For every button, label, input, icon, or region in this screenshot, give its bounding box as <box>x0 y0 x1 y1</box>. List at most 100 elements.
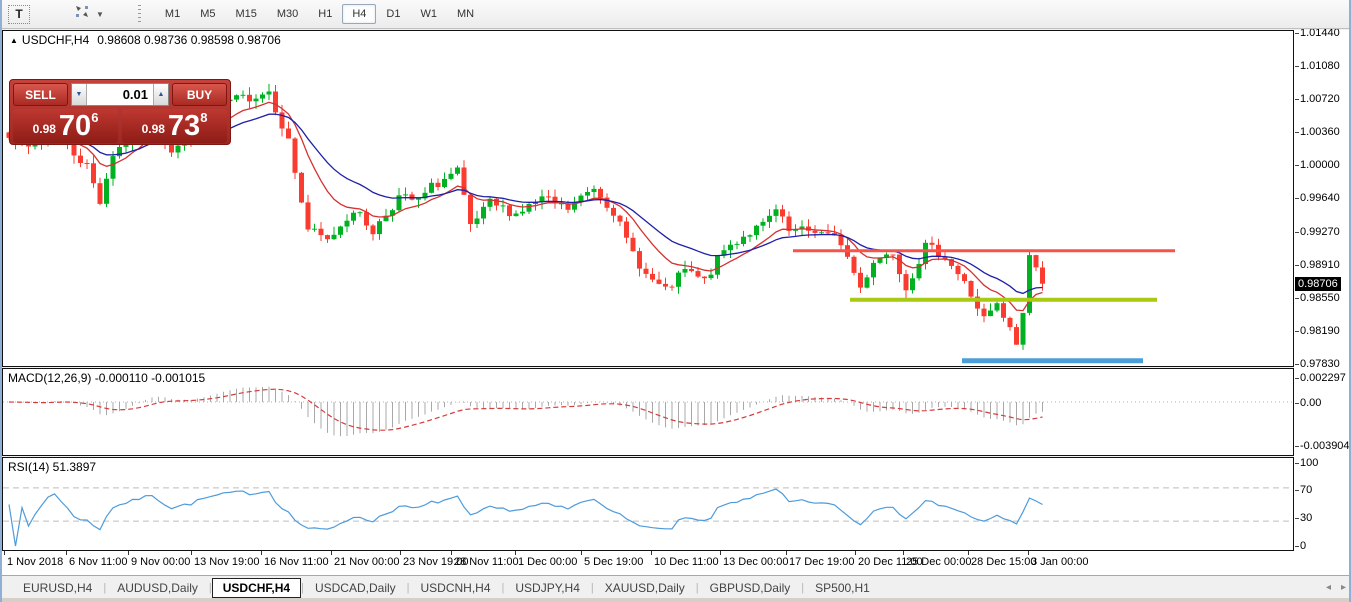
buy-price-display[interactable]: 0.98738 <box>122 109 227 143</box>
time-axis-tick <box>331 551 332 555</box>
tab-sp500-h1[interactable]: SP500,H1 <box>804 578 881 598</box>
macd-pane[interactable]: MACD(12,26,9) -0.000110 -0.001015 <box>2 368 1294 456</box>
cursor-tool-icon <box>74 4 90 24</box>
timeframe-buttons: M1M5M15M30H1H4D1W1MN <box>155 4 484 24</box>
rsi-axis-tick: 70 <box>1300 483 1312 497</box>
price-axis-tick: 1.00720 <box>1300 92 1340 106</box>
timeframe-button-h1[interactable]: H1 <box>308 4 342 24</box>
time-axis-label: 1 Nov 2018 <box>7 556 63 568</box>
time-axis-label: 16 Nov 11:00 <box>264 556 329 568</box>
time-axis-label: 9 Nov 00:00 <box>131 556 190 568</box>
tab-xauusd-daily[interactable]: XAUUSD,Daily <box>594 578 696 598</box>
time-axis-label: 5 Dec 19:00 <box>584 556 643 568</box>
price-axis-tick: 0.98550 <box>1300 291 1340 305</box>
rsi-pane[interactable]: RSI(14) 51.3897 <box>2 457 1294 551</box>
price-axis-tick: 1.00360 <box>1300 125 1340 139</box>
time-axis-tick <box>515 551 516 555</box>
toolbar-grip[interactable] <box>138 5 141 23</box>
timeframe-button-mn[interactable]: MN <box>447 4 484 24</box>
macd-axis-tick: -0.003904 <box>1300 439 1350 453</box>
current-price-tag: 0.98706 <box>1295 277 1341 291</box>
time-axis-tick <box>400 551 401 555</box>
volume-increase-button[interactable]: ▲ <box>153 84 168 105</box>
price-axis-tick: 1.01080 <box>1300 59 1340 73</box>
time-axis-tick <box>786 551 787 555</box>
chart-tabbar: EURUSD,H4|AUDUSD,Daily|USDCHF,H4|USDCAD,… <box>0 575 1351 599</box>
price-axis-tick: 0.98910 <box>1300 258 1340 272</box>
tab-usdcad-daily[interactable]: USDCAD,Daily <box>304 578 407 598</box>
mt4-window: T ▼ M1M5M15M30H1H4D1W1MN ▲ USDCHF,H4 0.986… <box>0 0 1351 602</box>
time-axis-tick <box>66 551 67 555</box>
rsi-chart <box>3 458 1293 550</box>
time-axis-tick <box>128 551 129 555</box>
macd-axis-tick: 0.002297 <box>1300 371 1346 385</box>
volume-spinner: ▼ 0.01 ▲ <box>71 83 169 106</box>
price-axis-tick: 0.98190 <box>1300 324 1340 338</box>
tab-audusd-daily[interactable]: AUDUSD,Daily <box>106 578 209 598</box>
timeframe-button-m1[interactable]: M1 <box>155 4 190 24</box>
price-axis-tick: 0.97830 <box>1300 357 1340 371</box>
time-axis-tick <box>4 551 5 555</box>
oneclick-collapse-arrow[interactable]: ▲ <box>10 36 18 45</box>
time-axis-label: 1 Dec 00:00 <box>518 556 577 568</box>
price-scale[interactable]: 1.014401.010801.007201.003601.000000.996… <box>1294 30 1349 551</box>
chevron-down-icon: ▼ <box>96 10 104 19</box>
time-axis-tick <box>651 551 652 555</box>
time-scale[interactable]: 1 Nov 2018 6 Nov 11:009 Nov 00:00 13 Nov 1… <box>2 551 1349 575</box>
macd-axis-tick: 0.00 <box>1300 396 1321 410</box>
time-axis-tick <box>720 551 721 555</box>
timeframe-button-w1[interactable]: W1 <box>410 4 447 24</box>
rsi-axis-tick: 0 <box>1300 539 1306 553</box>
chart-symbol: USDCHF,H4 <box>22 33 89 47</box>
timeframe-button-h4[interactable]: H4 <box>342 4 376 24</box>
time-axis-tick <box>1028 551 1029 555</box>
tab-gbpusd-daily[interactable]: GBPUSD,Daily <box>699 578 802 598</box>
time-axis-label: 17 Dec 19:00 <box>789 556 854 568</box>
one-click-trading-panel: SELL ▼ 0.01 ▲ BUY 0.98706 0.98738 <box>9 79 231 145</box>
volume-input[interactable]: 0.01 <box>87 84 153 105</box>
time-axis-label: 6 Nov 11:00 <box>69 556 128 568</box>
time-axis-tick <box>581 551 582 555</box>
main-chart-pane[interactable]: ▲ USDCHF,H4 0.98608 0.98736 0.98598 0.9870… <box>2 30 1294 367</box>
timeframe-button-m15[interactable]: M15 <box>225 4 266 24</box>
timeframe-button-m30[interactable]: M30 <box>267 4 308 24</box>
timeframe-button-m5[interactable]: M5 <box>190 4 225 24</box>
sell-price-display[interactable]: 0.98706 <box>13 109 118 143</box>
time-axis-label: 10 Dec 11:00 <box>654 556 719 568</box>
tab-usdcnh-h4[interactable]: USDCNH,H4 <box>410 578 502 598</box>
time-axis-label: 28 Dec 15:00 <box>971 556 1036 568</box>
status-strip <box>0 598 1351 602</box>
chart-ohlc: 0.98608 0.98736 0.98598 0.98706 <box>97 33 281 47</box>
time-axis-tick <box>261 551 262 555</box>
rsi-axis-tick: 30 <box>1300 511 1312 525</box>
toolbar: T ▼ M1M5M15M30H1H4D1W1MN <box>0 0 1351 29</box>
volume-decrease-button[interactable]: ▼ <box>72 84 87 105</box>
time-axis-tick <box>451 551 452 555</box>
window-edge-left <box>0 0 2 602</box>
time-axis-label: 13 Nov 19:00 <box>194 556 259 568</box>
time-axis-label: 13 Dec 00:00 <box>723 556 788 568</box>
tab-usdjpy-h4[interactable]: USDJPY,H4 <box>504 578 590 598</box>
price-axis-tick: 0.99640 <box>1300 191 1340 205</box>
rsi-label: RSI(14) 51.3897 <box>8 460 96 474</box>
sell-button[interactable]: SELL <box>13 83 68 106</box>
rsi-axis-tick: 100 <box>1300 456 1318 470</box>
time-axis-label: 25 Dec 00:00 <box>906 556 971 568</box>
text-label-tool-button[interactable]: T <box>8 5 30 24</box>
time-axis-tick <box>968 551 969 555</box>
chart-header: ▲ USDCHF,H4 0.98608 0.98736 0.98598 0.9870… <box>10 33 281 47</box>
price-axis-tick: 0.99270 <box>1300 225 1340 239</box>
timeframe-button-d1[interactable]: D1 <box>376 4 410 24</box>
time-axis-label: 21 Nov 00:00 <box>334 556 399 568</box>
time-axis-label: 28 Nov 11:00 <box>454 556 519 568</box>
time-axis-tick <box>855 551 856 555</box>
tab-usdchf-h4[interactable]: USDCHF,H4 <box>212 578 301 598</box>
tab-scroll-left-icon[interactable]: ◂ <box>1321 582 1336 593</box>
macd-label: MACD(12,26,9) -0.000110 -0.001015 <box>8 371 205 385</box>
tab-eurusd-h4[interactable]: EURUSD,H4 <box>12 578 103 598</box>
time-axis-tick <box>191 551 192 555</box>
time-axis-label: 3 Jan 00:00 <box>1031 556 1089 568</box>
price-axis-tick: 1.00000 <box>1300 158 1340 172</box>
cursor-tool-dropdown[interactable]: ▼ <box>70 2 108 26</box>
buy-button[interactable]: BUY <box>172 83 227 106</box>
